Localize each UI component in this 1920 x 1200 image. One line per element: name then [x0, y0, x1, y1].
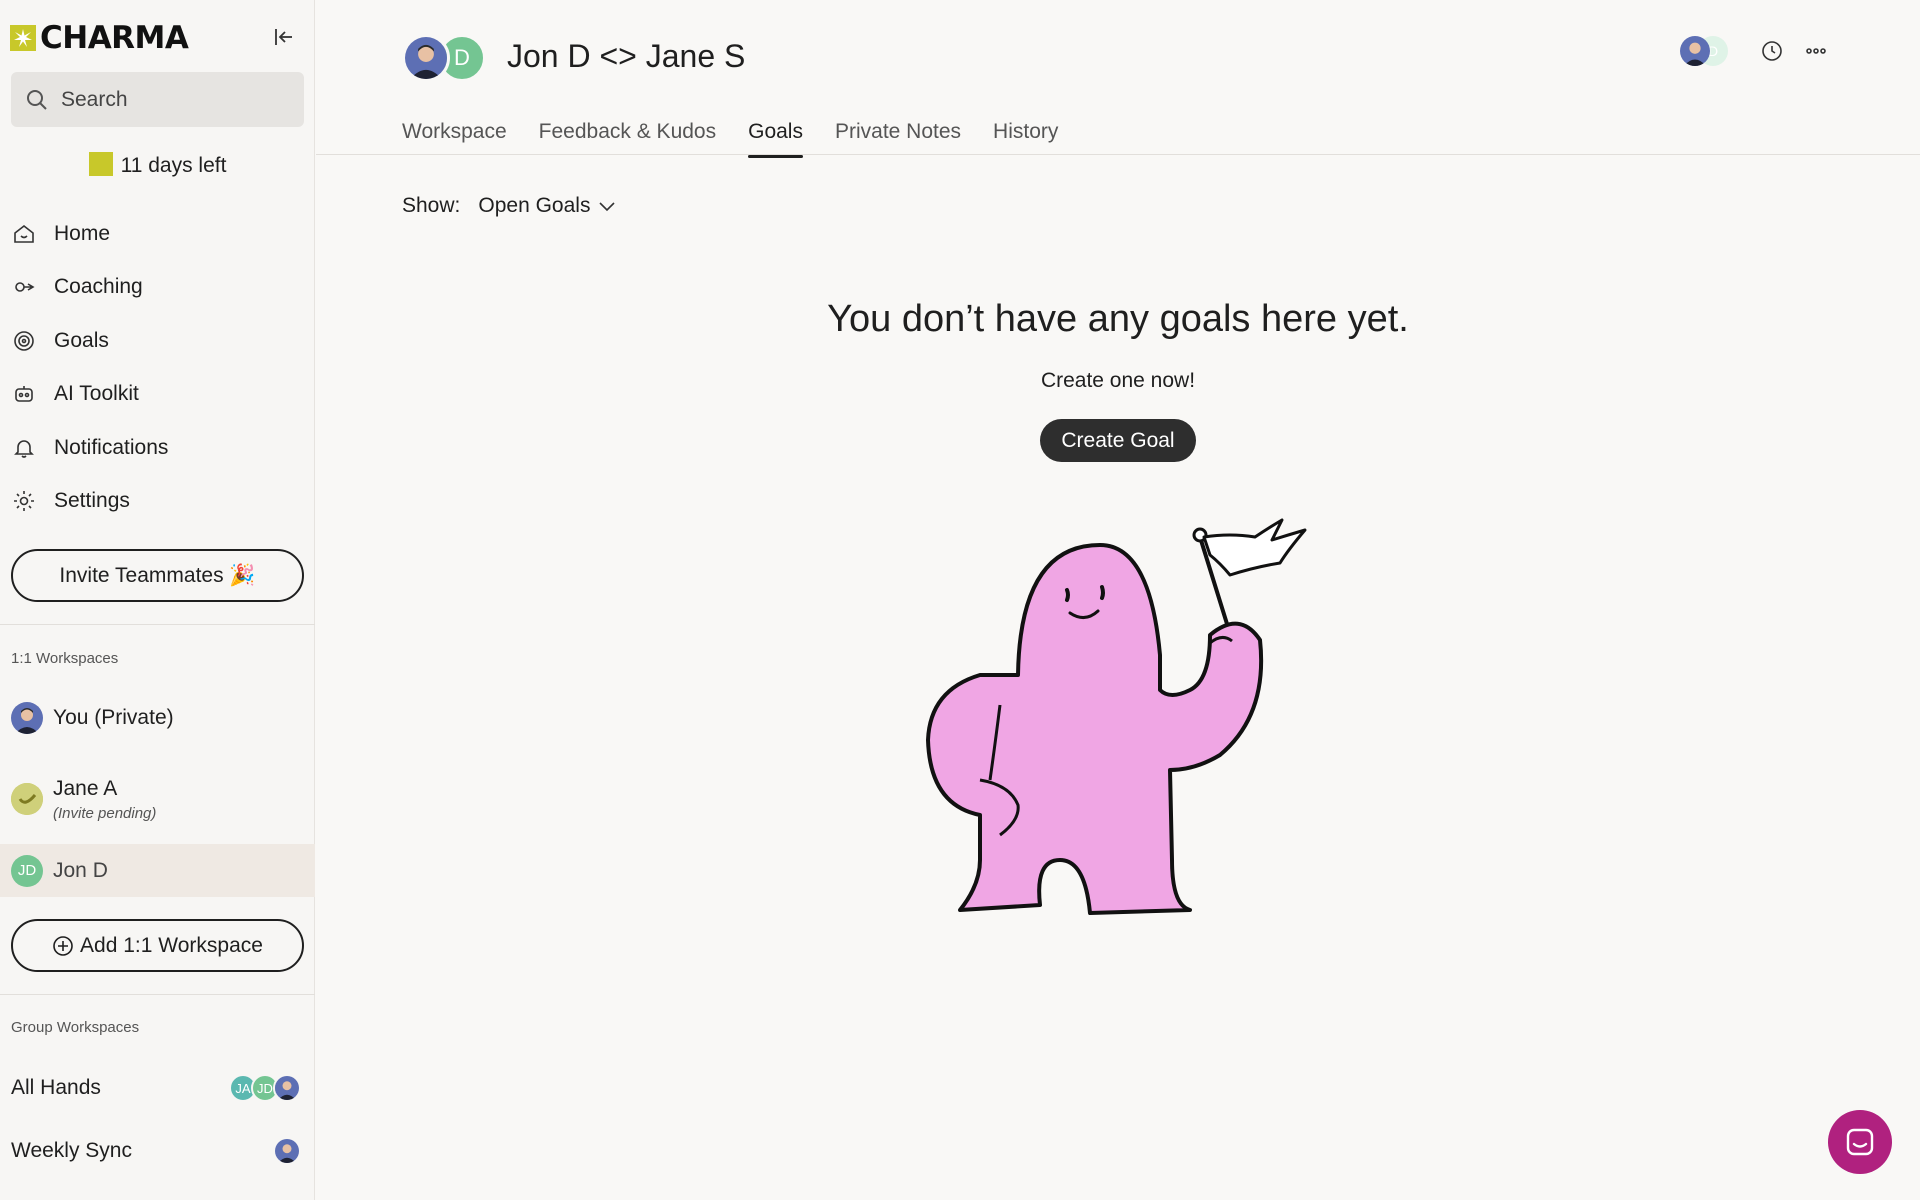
avatar [273, 1137, 301, 1165]
workspace-name: Jane A [53, 776, 118, 800]
tab-private-notes[interactable]: Private Notes [835, 120, 961, 156]
tabs-divider [316, 154, 1920, 155]
trial-star-icon [88, 152, 113, 176]
workspace-title: Jon D <> Jane S [507, 38, 746, 74]
tab-goals[interactable]: Goals [748, 120, 803, 158]
section-label-group: Group Workspaces [11, 1019, 140, 1036]
search-input[interactable]: Search [11, 72, 304, 127]
avatar [11, 783, 43, 815]
add-workspace-label: Add 1:1 Workspace [80, 933, 263, 957]
avatar [11, 702, 43, 734]
nav-notifications[interactable]: Notifications [0, 421, 315, 475]
nav-label: Coaching [54, 275, 143, 299]
brand-name: CHARMA [40, 20, 189, 56]
header-avatar-stack: D [402, 34, 492, 84]
nav-label: Home [54, 221, 111, 245]
tab-feedback-kudos[interactable]: Feedback & Kudos [539, 120, 716, 156]
gear-icon [14, 491, 34, 512]
invite-pending-note: (Invite pending) [53, 804, 157, 822]
group-avatar-stack [273, 1137, 301, 1165]
group-avatar-stack: JA JD [229, 1074, 301, 1102]
workspace-item-jane-a[interactable]: Jane A (Invite pending) [0, 768, 315, 830]
chat-icon [1846, 1128, 1874, 1156]
create-goal-button[interactable]: Create Goal [1040, 419, 1196, 462]
trial-text: 11 days left [120, 154, 227, 177]
avatar [273, 1074, 301, 1102]
invite-teammates-button[interactable]: Invite Teammates 🎉 [11, 549, 304, 602]
support-chat-button[interactable] [1828, 1110, 1892, 1174]
tab-history[interactable]: History [993, 120, 1058, 156]
header-actions: D [1680, 36, 1828, 66]
coaching-icon [15, 282, 35, 293]
group-item-weekly-sync[interactable]: Weekly Sync [11, 1133, 301, 1169]
brand-star-icon [10, 25, 36, 51]
workspace-item-jon-d[interactable]: JD Jon D [0, 844, 315, 897]
filter-dropdown[interactable]: Open Goals [478, 194, 618, 218]
bell-icon [14, 439, 34, 458]
search-icon [27, 89, 47, 110]
trial-status[interactable]: 11 days left [0, 152, 315, 178]
sidebar: CHARMA Search 11 days left Home Coaching… [0, 0, 315, 1200]
group-name: Weekly Sync [11, 1139, 132, 1162]
workspace-name: You (Private) [53, 706, 174, 729]
main-nav: Home Coaching Goals AI Toolkit Notificat… [0, 207, 315, 528]
nav-home[interactable]: Home [0, 207, 315, 261]
filter-value: Open Goals [478, 194, 591, 217]
chevron-down-icon [599, 202, 616, 212]
group-item-all-hands[interactable]: All Hands JA JD [11, 1070, 301, 1106]
avatar [402, 34, 450, 82]
section-label-1on1: 1:1 Workspaces [11, 650, 119, 667]
participants-avatars[interactable]: D [1680, 36, 1736, 66]
home-icon [14, 224, 34, 243]
filter-label: Show: [402, 194, 461, 217]
tab-workspace[interactable]: Workspace [402, 120, 507, 156]
search-placeholder: Search [61, 87, 128, 111]
history-clock-icon[interactable] [1760, 39, 1784, 63]
avatar [1680, 36, 1710, 66]
plus-circle-icon [53, 935, 73, 956]
goal-filter: Show: Open Goals [402, 194, 618, 218]
sidebar-divider [0, 624, 315, 625]
nav-label: Notifications [54, 435, 169, 459]
workspace-tabs: Workspace Feedback & Kudos Goals Private… [402, 120, 1090, 158]
workspace-item-you-private[interactable]: You (Private) [0, 697, 315, 739]
empty-state-subtitle: Create one now! [1040, 369, 1196, 392]
nav-settings[interactable]: Settings [0, 475, 315, 529]
avatar: JD [11, 854, 43, 887]
brand-logo[interactable]: CHARMA [10, 20, 189, 56]
more-options-icon[interactable] [1804, 39, 1828, 63]
collapse-sidebar-icon[interactable] [272, 25, 296, 49]
empty-state-title: You don’t have any goals here yet. [827, 298, 1409, 340]
flag-character-illustration [926, 518, 1307, 915]
workspace-name: Jon D [53, 858, 108, 882]
nav-label: Settings [54, 489, 130, 513]
sidebar-divider [0, 994, 315, 995]
group-name: All Hands [11, 1076, 101, 1099]
add-workspace-button[interactable]: Add 1:1 Workspace [11, 919, 304, 972]
